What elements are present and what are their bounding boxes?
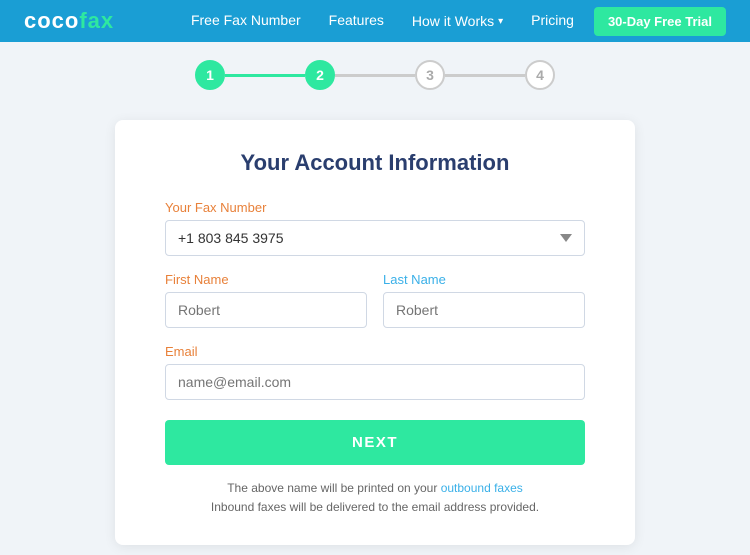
- footer-note: The above name will be printed on your o…: [165, 479, 585, 517]
- step-3: 3: [415, 60, 445, 90]
- step-line-3: [445, 74, 525, 77]
- fax-number-group: Your Fax Number +1 803 845 3975: [165, 200, 585, 256]
- chevron-down-icon: ▾: [498, 16, 503, 27]
- step-4: 4: [525, 60, 555, 90]
- nav-how-it-works[interactable]: How it Works ▾: [412, 13, 503, 29]
- next-button[interactable]: NEXT: [165, 420, 585, 465]
- email-input[interactable]: [165, 364, 585, 400]
- stepper-container: 1 2 3 4: [0, 42, 750, 100]
- account-card: Your Account Information Your Fax Number…: [115, 120, 635, 545]
- logo: cocofax: [24, 8, 114, 34]
- step-line-2: [335, 74, 415, 77]
- name-row: First Name Last Name: [165, 272, 585, 344]
- last-name-group: Last Name: [383, 272, 585, 328]
- email-group: Email: [165, 344, 585, 400]
- fax-number-label: Your Fax Number: [165, 200, 585, 215]
- first-name-label: First Name: [165, 272, 367, 287]
- stepper: 1 2 3 4: [195, 60, 555, 90]
- nav-free-fax[interactable]: Free Fax Number: [191, 12, 301, 28]
- step-line-1: [225, 74, 305, 77]
- fax-number-select[interactable]: +1 803 845 3975: [165, 220, 585, 256]
- nav-pricing[interactable]: Pricing: [531, 12, 574, 28]
- last-name-input[interactable]: [383, 292, 585, 328]
- outbound-faxes-link[interactable]: outbound faxes: [441, 481, 523, 495]
- nav-features[interactable]: Features: [329, 12, 384, 28]
- card-wrapper: Your Account Information Your Fax Number…: [0, 100, 750, 555]
- first-name-group: First Name: [165, 272, 367, 328]
- step-1: 1: [195, 60, 225, 90]
- nav-links: Free Fax Number Features How it Works ▾ …: [191, 12, 574, 30]
- logo-fax: fax: [79, 8, 114, 33]
- last-name-label: Last Name: [383, 272, 585, 287]
- first-name-input[interactable]: [165, 292, 367, 328]
- step-2: 2: [305, 60, 335, 90]
- email-label: Email: [165, 344, 585, 359]
- trial-button[interactable]: 30-Day Free Trial: [594, 7, 726, 36]
- card-title: Your Account Information: [165, 150, 585, 176]
- navbar: cocofax Free Fax Number Features How it …: [0, 0, 750, 42]
- logo-coco: coco: [24, 8, 79, 33]
